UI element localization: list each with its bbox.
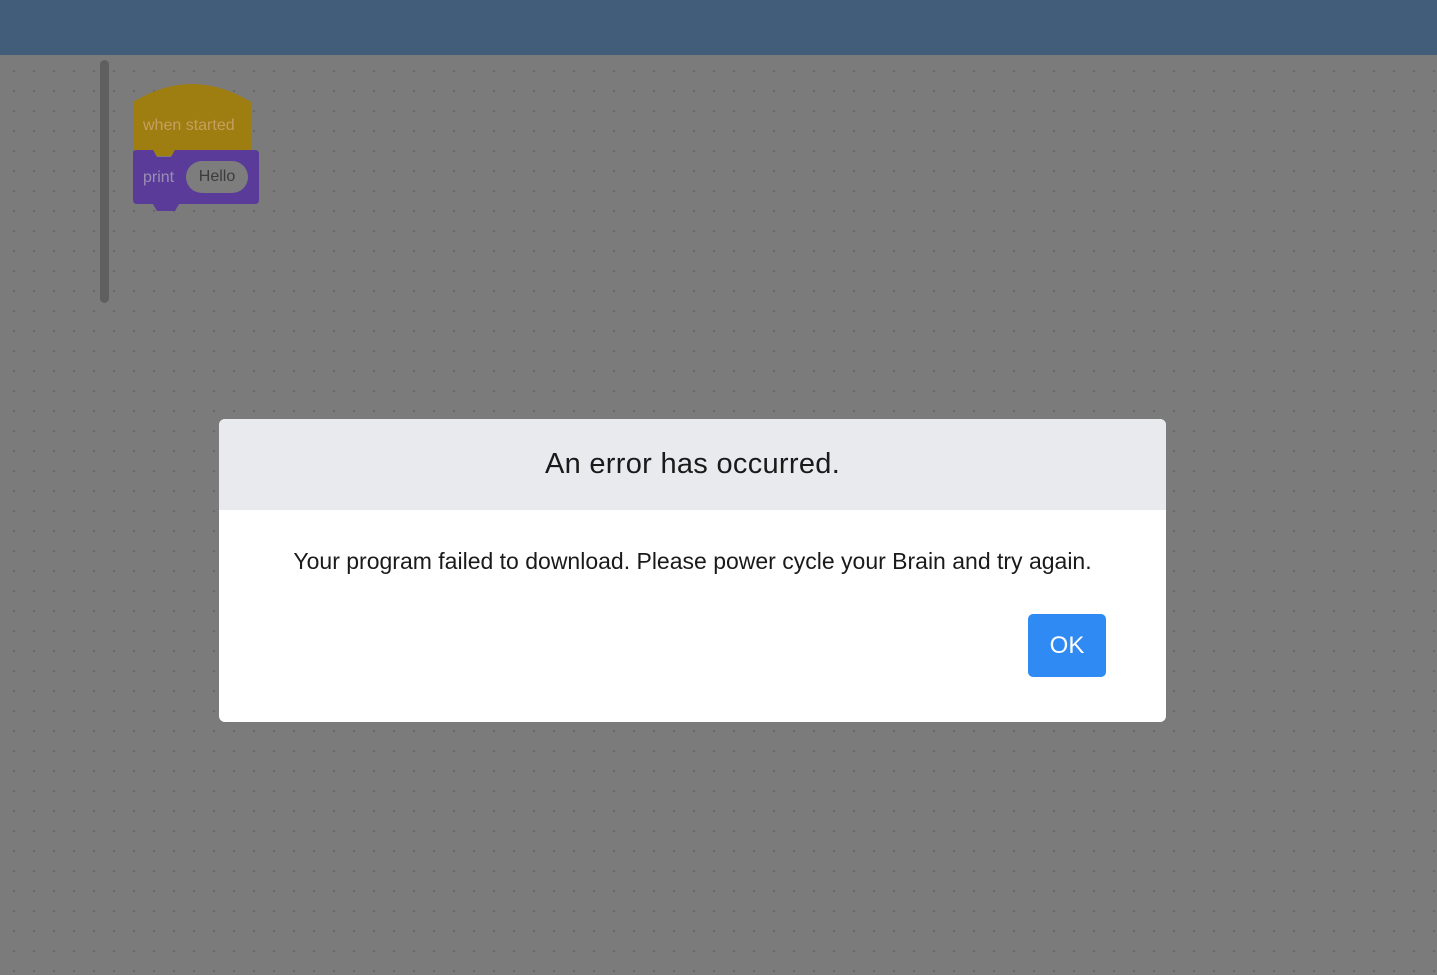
dialog-header: An error has occurred.	[219, 419, 1166, 510]
print-block[interactable]: print Hello	[133, 150, 259, 214]
print-block-label: print	[143, 169, 175, 186]
dialog-message: Your program failed to download. Please …	[293, 548, 1092, 574]
dialog-title: An error has occurred.	[544, 448, 841, 480]
error-dialog: An error has occurred. Your program fail…	[219, 419, 1166, 722]
workspace-scrollbar[interactable]	[100, 60, 109, 303]
ok-button[interactable]: OK	[1028, 614, 1106, 677]
hat-block-label: when started	[143, 117, 235, 134]
print-argument-input[interactable]: Hello	[186, 161, 248, 193]
when-started-block[interactable]: when started	[133, 80, 251, 156]
top-toolbar	[0, 0, 1437, 55]
